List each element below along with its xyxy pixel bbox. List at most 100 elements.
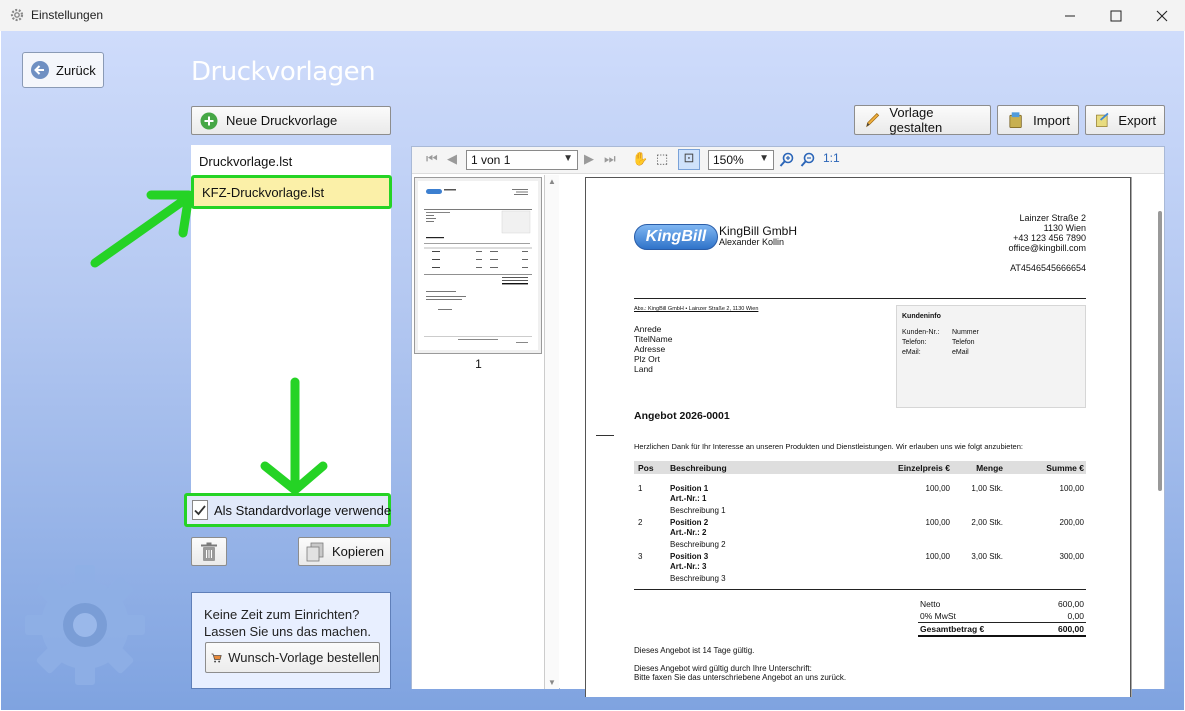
- checkmark-icon: [194, 505, 206, 516]
- position-qty: 3,00 Stk.: [971, 552, 1003, 561]
- customer-info-label: Kunden-Nr.:: [902, 329, 940, 336]
- recipient-line: Plz Ort: [634, 354, 660, 364]
- default-template-checkbox-row[interactable]: Als Standardvorlage verwende: [184, 493, 391, 527]
- import-icon: [1009, 112, 1022, 129]
- page-title: Druckvorlagen: [191, 57, 376, 87]
- column-header: Summe €: [1046, 463, 1084, 473]
- last-page-icon[interactable]: ⏭: [604, 151, 616, 167]
- print-preview: ⏮ ◀ 1 von 1 ▼ ▶ ⏭ ✋ ⬚ ⊡ 150% ▼ 1:1 1 ▲ ▼…: [411, 146, 1165, 697]
- position-art: Art.-Nr.: 2: [670, 528, 707, 537]
- import-label: Import: [1033, 112, 1070, 128]
- page-select-value: 1 von 1: [471, 153, 511, 167]
- total-value: 600,00: [1058, 599, 1084, 609]
- company-name: KingBill GmbH: [719, 224, 798, 238]
- maximize-button[interactable]: [1093, 0, 1139, 31]
- shopping-cart-icon: [211, 653, 222, 662]
- previous-page-icon[interactable]: ◀: [447, 151, 457, 167]
- close-icon: [1156, 10, 1168, 21]
- hand-tool-icon[interactable]: ✋: [632, 151, 648, 167]
- copy-icon: [306, 542, 324, 561]
- table-row-pos: 2: [638, 518, 643, 527]
- table-row-item: Position 1 Art.-Nr.: 1: [670, 484, 708, 504]
- column-header: Pos: [638, 463, 654, 473]
- scroll-up-icon[interactable]: ▲: [548, 177, 556, 186]
- position-description: Beschreibung 2: [670, 540, 726, 549]
- zoom-area-tool-icon[interactable]: ⊡: [678, 149, 700, 170]
- preview-toolbar: ⏮ ◀ 1 von 1 ▼ ▶ ⏭ ✋ ⬚ ⊡ 150% ▼ 1:1: [412, 147, 1164, 174]
- position-price: 100,00: [925, 518, 950, 527]
- zoom-in-icon[interactable]: [779, 152, 795, 168]
- customer-info-value: eMail: [952, 349, 969, 356]
- column-header: Menge: [976, 463, 1003, 473]
- copy-label: Kopieren: [332, 544, 385, 559]
- new-template-button[interactable]: Neue Druckvorlage: [191, 106, 391, 135]
- default-template-checkbox[interactable]: [192, 500, 208, 520]
- design-template-button[interactable]: Vorlage gestalten: [854, 105, 991, 135]
- info-line-2: Lassen Sie uns das machen.: [204, 624, 371, 639]
- export-label: Export: [1118, 112, 1156, 128]
- export-button[interactable]: Export: [1085, 105, 1165, 135]
- recipient-line: Land: [634, 364, 653, 374]
- zoom-out-icon[interactable]: [800, 152, 816, 168]
- back-button[interactable]: Zurück: [22, 52, 104, 88]
- position-description: Beschreibung 3: [670, 574, 726, 583]
- pencil-icon: [866, 113, 880, 128]
- order-template-button[interactable]: Wunsch-Vorlage bestellen: [205, 642, 380, 673]
- table-row-pos: 1: [638, 484, 643, 493]
- chevron-down-icon: ▼: [563, 153, 573, 164]
- template-item-selected[interactable]: KFZ-Druckvorlage.lst: [191, 175, 392, 209]
- import-button[interactable]: Import: [997, 105, 1079, 135]
- recipient-address: Anrede TitelName Adresse Plz Ort Land: [634, 324, 672, 374]
- select-tool-icon[interactable]: ⬚: [656, 151, 668, 167]
- new-template-label: Neue Druckvorlage: [226, 113, 338, 128]
- customer-info-label: eMail:: [902, 349, 921, 356]
- position-art: Art.-Nr.: 3: [670, 562, 707, 571]
- total-value: 0,00: [1067, 611, 1084, 621]
- delete-button[interactable]: [191, 537, 227, 566]
- close-button[interactable]: [1139, 0, 1185, 31]
- address-line: +43 123 456 7890: [1013, 233, 1086, 243]
- back-arrow-icon: [31, 61, 49, 79]
- recipient-line: TitelName: [634, 334, 673, 344]
- page-scrollbar[interactable]: [1158, 211, 1162, 491]
- annotation-arrow-icon: [90, 190, 194, 268]
- sender-line: Abs.: KingBill GmbH • Lainzer Straße 2, …: [634, 306, 759, 312]
- grand-total-label: Gesamtbetrag €: [920, 624, 985, 634]
- info-line-1: Keine Zeit zum Einrichten?: [204, 607, 360, 622]
- settings-gear-icon: [25, 565, 145, 685]
- default-template-label: Als Standardvorlage verwende: [214, 502, 392, 518]
- trash-icon: [201, 542, 217, 561]
- header-rule: [634, 298, 1086, 299]
- back-label: Zurück: [56, 62, 96, 78]
- signature-text: Dieses Angebot wird gültig durch Ihre Un…: [634, 664, 812, 673]
- zoom-select[interactable]: 150% ▼: [708, 150, 774, 170]
- grand-total-rule: [918, 635, 1086, 637]
- position-price: 100,00: [925, 552, 950, 561]
- vat-id: AT4546545666654: [1010, 263, 1086, 273]
- minimize-button[interactable]: [1047, 0, 1093, 31]
- page-view: KingBill KingBill GmbH Alexander Kollin …: [560, 175, 1164, 697]
- page-thumbnail[interactable]: [414, 177, 542, 354]
- add-icon: [200, 112, 218, 129]
- template-item-label: Druckvorlage.lst: [199, 153, 293, 169]
- setup-service-box: Keine Zeit zum Einrichten? Lassen Sie un…: [191, 592, 391, 689]
- table-row-item: Position 3 Art.-Nr.: 3: [670, 552, 708, 572]
- total-label: Netto: [920, 599, 941, 609]
- template-item[interactable]: Druckvorlage.lst: [191, 146, 391, 176]
- scroll-down-icon[interactable]: ▼: [548, 678, 556, 687]
- contact-name: Alexander Kollin: [719, 237, 785, 247]
- zoom-reset-button[interactable]: 1:1: [823, 151, 840, 165]
- first-page-icon[interactable]: ⏮: [426, 151, 438, 167]
- annotation-arrow-icon: [260, 377, 328, 495]
- thumbnail-scrollbar[interactable]: ▲ ▼: [545, 175, 559, 689]
- next-page-icon[interactable]: ▶: [584, 151, 594, 167]
- customer-info-label: Telefon:: [902, 339, 927, 346]
- page-select[interactable]: 1 von 1 ▼: [466, 150, 578, 170]
- column-header: Einzelpreis €: [898, 463, 950, 473]
- order-template-label: Wunsch-Vorlage bestellen: [228, 650, 379, 665]
- total-rule: [918, 622, 1086, 623]
- copy-button[interactable]: Kopieren: [298, 537, 391, 566]
- document-heading: Angebot 2026-0001: [634, 410, 730, 422]
- total-label: 0% MwSt: [920, 611, 956, 621]
- position-price: 100,00: [925, 484, 950, 493]
